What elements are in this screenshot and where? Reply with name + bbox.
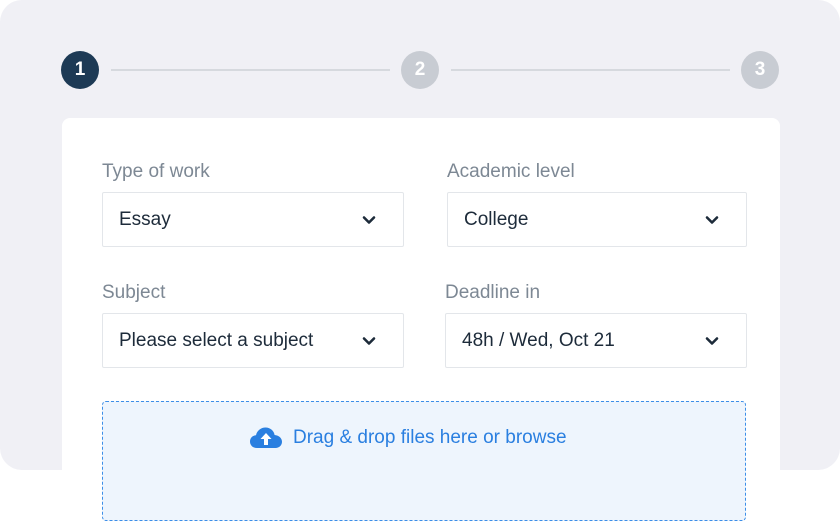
cloud-upload-icon	[250, 427, 282, 448]
type-of-work-label: Type of work	[102, 161, 210, 182]
chevron-down-icon	[705, 216, 719, 224]
step-2[interactable]: 2	[401, 51, 439, 89]
step-connector-2	[451, 69, 730, 71]
type-of-work-value: Essay	[119, 209, 171, 230]
academic-level-value: College	[464, 209, 529, 230]
step-1[interactable]: 1	[61, 51, 99, 89]
chevron-down-icon	[705, 337, 719, 345]
deadline-label: Deadline in	[445, 282, 541, 303]
subject-label: Subject	[102, 282, 166, 303]
step-3[interactable]: 3	[741, 51, 779, 89]
subject-value: Please select a subject	[119, 330, 314, 351]
order-form-card: Type of work Essay Academic level Colleg…	[62, 118, 780, 521]
dropzone-text[interactable]: Drag & drop files here or browse	[293, 427, 567, 449]
chevron-down-icon	[362, 337, 376, 345]
subject-select[interactable]: Please select a subject	[102, 313, 404, 368]
step-1-number: 1	[74, 59, 86, 80]
deadline-select[interactable]: 48h / Wed, Oct 21	[445, 313, 747, 368]
chevron-down-icon	[362, 216, 376, 224]
progress-stepper: 1 2 3	[0, 0, 840, 120]
step-2-number: 2	[414, 59, 426, 80]
order-panel: 1 2 3 Type of work Essay Academic level …	[0, 0, 840, 521]
type-of-work-select[interactable]: Essay	[102, 192, 404, 247]
academic-level-label: Academic level	[447, 161, 575, 182]
dropzone-content: Drag & drop files here or browse	[249, 426, 567, 450]
deadline-value: 48h / Wed, Oct 21	[462, 330, 615, 351]
file-dropzone[interactable]: Drag & drop files here or browse	[102, 401, 746, 521]
step-3-number: 3	[754, 59, 766, 80]
step-connector-1	[111, 69, 390, 71]
academic-level-select[interactable]: College	[447, 192, 747, 247]
